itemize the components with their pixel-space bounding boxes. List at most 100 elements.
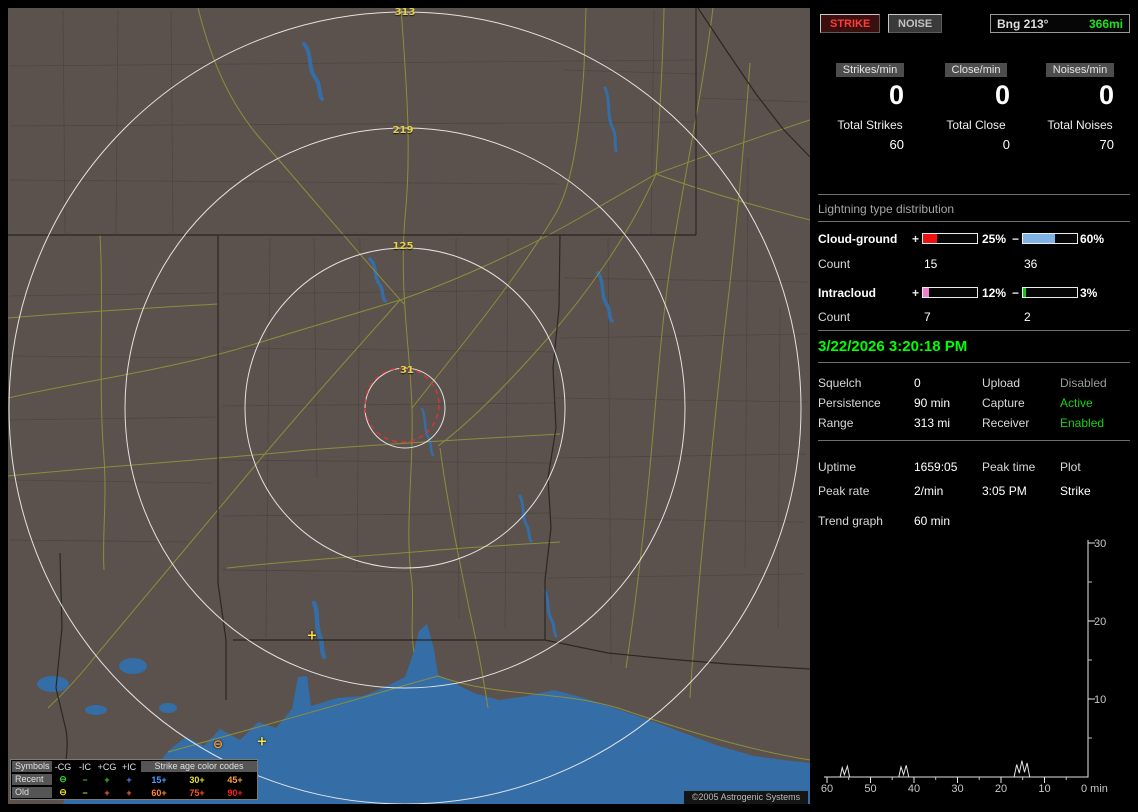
total-close-label: Total Close [946,118,1006,132]
close-per-min-value: 0 [994,80,1010,110]
strikes-per-min-header: Strikes/min [835,63,905,77]
y-tick-30: 30 [1094,538,1106,550]
persistence-label: Persistence [818,396,881,410]
age-code-60: 60+ [151,787,167,798]
settings-row: Squelch 0 Upload Disabled [818,376,1132,391]
stats-row: Peak rate 2/min 3:05 PM Strike [818,484,1132,499]
divider [818,330,1130,331]
current-timestamp: 3/22/2026 3:20:18 PM [818,338,968,355]
upload-value: Disabled [1060,376,1107,390]
close-counter: Close/min 0 Total Close 0 [924,62,1028,152]
cloud-ground-label: Cloud-ground [818,232,898,246]
range-ring-label: 31 [400,365,414,376]
legend-col-neg-cg: -CG [54,761,72,772]
x-tick-30: 30 [951,783,963,795]
ic-positive-pct: 12% [982,286,1007,300]
neg-cg-old-icon: ⊖ [59,787,67,797]
x-tick-10: 10 [1038,783,1050,795]
pos-ic-recent-icon: + [126,774,132,785]
stats-row: Uptime 1659:05 Peak time Plot [818,460,1132,475]
x-tick-0-min: 0 min [1081,783,1108,795]
x-tick-50: 50 [864,783,876,795]
y-minor-ticks [1088,581,1092,739]
noises-counter: Noises/min 0 Total Noises 70 [1028,62,1132,152]
squelch-value: 0 [914,376,921,390]
cg-positive-pct: 25% [982,232,1007,246]
capture-label: Capture [982,396,1025,410]
ic-negative-count: 2 [1024,310,1031,324]
age-code-45: 45+ [227,774,243,785]
range-ring-label: 313 [394,8,416,18]
plus-sign: + [912,232,920,246]
strike-symbol: + [306,628,318,644]
cg-negative-pct: 60% [1080,232,1105,246]
strike-button[interactable]: STRIKE [820,14,881,33]
trend-graph: 30 20 10 60 50 40 30 20 10 0 min [821,538,1108,795]
distribution-title: Lightning type distribution [818,202,1130,222]
pos-cg-recent-icon: + [104,774,110,785]
legend-age-header: Strike age color codes [141,761,257,772]
noises-per-min-header: Noises/min [1045,63,1115,77]
cloud-ground-row: Cloud-ground + 25% − 60% [818,232,1132,247]
x-tick-60: 60 [821,783,833,795]
range-value: 313 mi [914,416,951,430]
legend-recent-row: Recent ⊖ − + + 15+ 30+ 45+ [11,773,257,786]
range-label: Range [818,416,854,430]
bearing-distance: 366mi [1088,16,1123,31]
peak-time-label: Peak time [982,460,1036,474]
total-noises-value: 70 [1099,137,1114,152]
peak-time-value: 3:05 PM [982,484,1027,498]
total-noises-label: Total Noises [1047,118,1113,132]
ic-negative-bar [1022,287,1078,298]
persistence-value: 90 min [914,396,951,410]
strikes-per-min-value: 0 [888,80,904,110]
trend-label-row: Trend graph 60 min [818,514,1132,529]
pos-cg-old-icon: + [104,787,110,798]
legend-recent-label: Recent [12,774,52,785]
legend-col-pos-ic: +IC [121,761,137,772]
noises-per-min-value: 0 [1098,80,1114,110]
total-strikes-value: 60 [889,137,904,152]
bearing-label: Bng 213° [997,16,1049,31]
y-tick-10: 10 [1094,694,1106,706]
uptime-label: Uptime [818,460,857,474]
legend-symbols-header: Symbols [12,761,52,772]
count-label: Count [818,310,851,324]
copyright: ©2005 Astrogenic Systems [684,791,808,804]
strikes-counter: Strikes/min 0 Total Strikes 60 [818,62,922,152]
divider [818,194,1130,195]
age-code-75: 75+ [189,787,205,798]
uptime-value: 1659:05 [914,460,958,474]
trend-window-value: 60 min [914,514,951,528]
ic-negative-bar-fill [1023,288,1027,297]
plot-label: Plot [1060,460,1081,474]
y-tick-20: 20 [1094,616,1106,628]
strike-symbol: + [256,734,268,750]
strike-symbol: ⊖ [212,737,224,751]
status-panel: STRIKE NOISE Bng 213° 366mi Strikes/min … [818,8,1132,804]
plus-sign: + [912,286,920,300]
map-legend: Symbols -CG -IC +CG +IC Strike age color… [10,759,258,800]
age-code-15: 15+ [151,774,167,785]
squelch-label: Squelch [818,376,862,390]
intracloud-count-row: Count 7 2 [818,310,1132,325]
trend-axes [824,540,1089,778]
settings-row: Range 313 mi Receiver Enabled [818,416,1132,431]
cg-negative-bar [1022,233,1078,244]
legend-old-row: Old ⊖ − + + 60+ 75+ 90+ [11,786,257,799]
radar-map[interactable]: 313 219 125 31 + + ⊖ Symbols -CG -IC +CG… [8,8,810,804]
noise-button[interactable]: NOISE [888,14,943,33]
cloud-ground-count-row: Count 15 36 [818,257,1132,272]
range-ring-label: 125 [392,241,414,252]
trend-graph-label: Trend graph [818,514,883,528]
divider [818,440,1130,441]
divider [818,362,1130,363]
legend-col-neg-ic: -IC [79,761,91,772]
neg-cg-recent-icon: ⊖ [59,774,67,784]
age-code-90: 90+ [227,787,243,798]
peak-rate-value: 2/min [914,484,944,498]
ic-positive-bar-fill [923,288,930,297]
total-strikes-label: Total Strikes [837,118,903,132]
intracloud-label: Intracloud [818,286,877,300]
cg-negative-count: 36 [1024,257,1038,271]
